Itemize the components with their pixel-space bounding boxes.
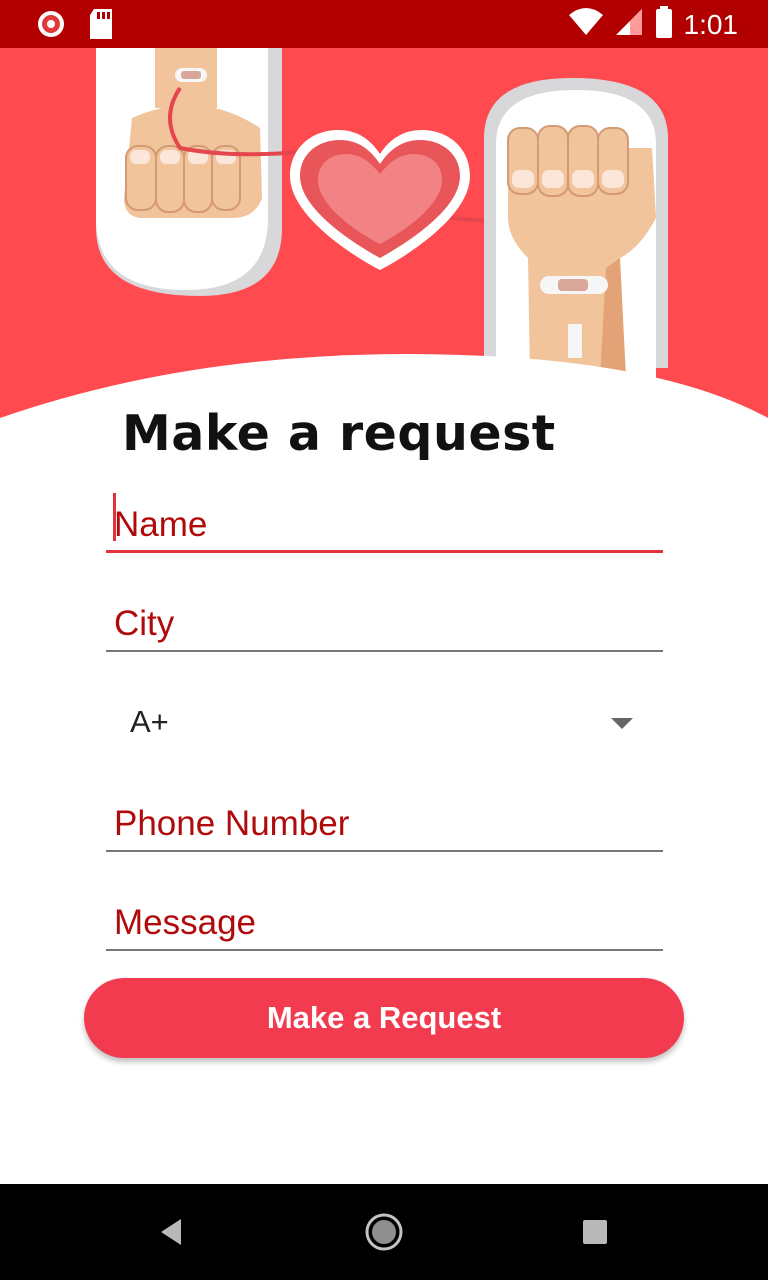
blood-group-select[interactable]: A+ [106, 700, 663, 750]
recents-icon[interactable] [567, 1204, 623, 1260]
phone-number-field-label: Phone Number [114, 804, 350, 843]
phone-number-field[interactable]: Phone Number [106, 792, 663, 852]
hero-illustration [0, 48, 768, 428]
status-bar: 1:01 [0, 0, 768, 48]
city-field-label: City [114, 604, 175, 643]
status-time: 1:01 [683, 8, 739, 40]
navigation-bar [0, 1184, 768, 1280]
battery-icon [654, 6, 674, 43]
app-notification-icon [36, 9, 66, 44]
name-field-label: Name [114, 505, 208, 544]
page-title: Make a request [122, 405, 556, 462]
name-field[interactable]: Name [106, 493, 663, 553]
message-field-underline [106, 949, 663, 951]
message-field[interactable]: Message [106, 891, 663, 951]
back-icon[interactable] [144, 1204, 200, 1260]
dropdown-arrow-icon [611, 718, 633, 729]
sd-card-icon [88, 9, 114, 44]
make-request-button[interactable]: Make a Request [84, 978, 684, 1058]
city-field-underline [106, 650, 663, 652]
city-field[interactable]: City [106, 592, 663, 652]
wifi-icon [568, 7, 604, 42]
home-icon[interactable] [356, 1204, 412, 1260]
signal-icon [614, 7, 644, 42]
phone-number-field-underline [106, 850, 663, 852]
blood-group-value: A+ [130, 704, 169, 739]
message-field-label: Message [114, 903, 257, 942]
name-field-underline [106, 550, 663, 553]
